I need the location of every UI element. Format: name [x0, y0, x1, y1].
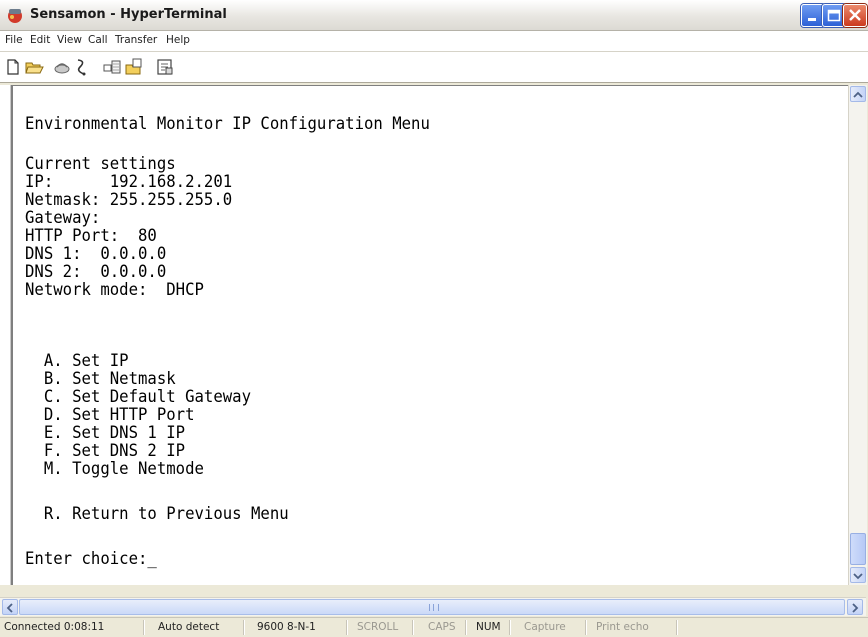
menu-help[interactable]: Help [166, 34, 190, 46]
status-divider [243, 620, 245, 635]
status-print-echo: Print echo [596, 621, 649, 633]
chevron-right-icon [852, 603, 859, 613]
status-divider [465, 620, 467, 635]
terminal-option-a: A. Set IP [25, 351, 129, 371]
chevron-down-icon [853, 573, 863, 580]
terminal-line-dns1: DNS 1: 0.0.0.0 [25, 244, 167, 264]
menu-call[interactable]: Call [88, 34, 108, 46]
terminal-left-margin [0, 85, 11, 585]
maximize-icon [827, 9, 841, 22]
terminal-line-gateway: Gateway: [25, 208, 101, 228]
terminal-option-d: D. Set HTTP Port [25, 405, 195, 425]
connect-icon[interactable] [52, 57, 72, 77]
hyperterminal-app-icon[interactable] [5, 5, 25, 25]
title-bar[interactable]: Sensamon - HyperTerminal [0, 0, 868, 31]
vertical-scroll-thumb[interactable] [850, 533, 866, 565]
scroll-left-button[interactable] [2, 599, 18, 615]
status-bar: Connected 0:08:11 Auto detect 9600 8-N-1… [0, 617, 868, 637]
status-divider [676, 620, 678, 635]
terminal-option-e: E. Set DNS 1 IP [25, 423, 186, 443]
hyperterminal-window: Sensamon - HyperTerminal File Edit View … [0, 0, 868, 637]
chevron-left-icon [6, 603, 13, 613]
terminal-line-dns2: DNS 2: 0.0.0.0 [25, 262, 167, 282]
terminal-line-menu-title: Environmental Monitor IP Configuration M… [25, 114, 430, 134]
close-button[interactable] [843, 4, 867, 27]
status-num: NUM [476, 621, 501, 633]
terminal-line-ip: IP: 192.168.2.201 [25, 172, 233, 192]
terminal-option-r: R. Return to Previous Menu [25, 504, 289, 524]
menu-file[interactable]: File [5, 34, 23, 46]
horizontal-scrollbar[interactable] [0, 597, 866, 616]
menu-transfer[interactable]: Transfer [115, 34, 157, 46]
terminal-prompt[interactable]: Enter choice:_ [25, 550, 157, 568]
terminal-line-network-mode: Network mode: DHCP [25, 280, 204, 300]
disconnect-icon[interactable] [72, 57, 92, 77]
status-port-settings: 9600 8-N-1 [257, 621, 316, 633]
status-connected: Connected 0:08:11 [4, 621, 105, 633]
window-title: Sensamon - HyperTerminal [30, 7, 227, 22]
status-capture: Capture [524, 621, 566, 633]
terminal-option-f: F. Set DNS 2 IP [25, 441, 186, 461]
horizontal-scroll-thumb[interactable] [19, 599, 845, 615]
close-icon [849, 9, 861, 21]
minimize-icon [808, 18, 816, 21]
scroll-up-button[interactable] [850, 86, 866, 102]
send-icon[interactable] [102, 57, 122, 77]
scroll-right-button[interactable] [847, 599, 863, 615]
status-divider [585, 620, 587, 635]
scroll-grip-icon [429, 604, 439, 611]
menu-view[interactable]: View [57, 34, 82, 46]
terminal-line-netmask: Netmask: 255.255.255.0 [25, 190, 233, 210]
new-icon[interactable] [3, 57, 23, 77]
toolbar [0, 52, 868, 83]
properties-icon[interactable] [155, 57, 175, 77]
status-divider [412, 620, 414, 635]
terminal-screen[interactable]: Environmental Monitor IP Configuration M… [11, 85, 848, 585]
chevron-up-icon [853, 91, 863, 98]
status-scroll: SCROLL [357, 621, 399, 633]
terminal-option-m: M. Toggle Netmode [25, 459, 204, 479]
terminal-line-current-settings: Current settings [25, 154, 176, 174]
status-detect: Auto detect [158, 621, 220, 633]
terminal-line-http-port: HTTP Port: 80 [25, 226, 157, 246]
status-divider [346, 620, 348, 635]
terminal-option-c: C. Set Default Gateway [25, 387, 251, 407]
vertical-scrollbar[interactable] [848, 85, 867, 585]
status-caps: CAPS [428, 621, 456, 633]
receive-icon[interactable] [124, 57, 144, 77]
status-divider [509, 620, 511, 635]
terminal-option-b: B. Set Netmask [25, 369, 176, 389]
scroll-down-button[interactable] [850, 567, 866, 583]
status-divider [143, 620, 145, 635]
menu-bar: File Edit View Call Transfer Help [0, 31, 868, 52]
open-icon[interactable] [24, 57, 44, 77]
menu-edit[interactable]: Edit [30, 34, 50, 46]
